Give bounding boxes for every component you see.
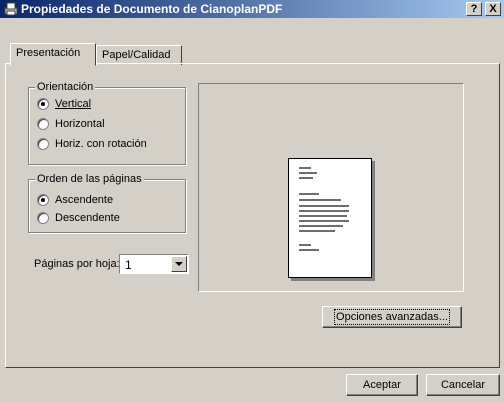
radio-label: Vertical [55,98,92,110]
radio-label: Ascendente [55,194,114,206]
help-button[interactable]: ? [466,2,482,16]
properties-dialog: Propiedades de Documento de CianoplanPDF… [0,0,504,403]
chevron-down-icon[interactable] [171,256,187,272]
page-order-group: Orden de las páginas Ascendente Descende… [28,173,186,233]
orientation-title: Orientación [35,81,96,93]
orientation-group: Orientación Vertical Horizontal Horiz. c… [28,81,186,165]
tab-label: Presentación [16,47,81,59]
radio-label: Horiz. con rotación [55,138,147,150]
close-button[interactable]: X [485,2,501,16]
radio-label: Horizontal [55,118,105,130]
printer-icon [4,2,18,16]
radio-button[interactable] [37,212,49,224]
window-title: Propiedades de Documento de CianoplanPDF [21,2,283,16]
radio-button[interactable] [37,118,49,130]
advanced-options-button[interactable]: Opciones avanzadas... [322,306,462,328]
radio-button[interactable] [37,138,49,150]
cancel-button[interactable]: Cancelar [426,374,500,396]
pages-per-sheet-select[interactable]: 1 [119,254,189,274]
radio-label: Descendente [55,212,120,224]
radio-button-checked[interactable] [37,98,49,110]
tab-presentacion[interactable]: Presentación [10,43,96,66]
tab-label: Papel/Calidad [102,49,171,61]
radio-button-checked[interactable] [37,194,49,206]
select-value: 1 [125,258,132,272]
advanced-options-label: Opciones avanzadas... [334,309,450,325]
page-preview [288,158,372,278]
ok-button[interactable]: Aceptar [346,374,418,396]
title-bar[interactable]: Propiedades de Documento de CianoplanPDF… [0,0,504,18]
tab-papel-calidad[interactable]: Papel/Calidad [96,45,182,65]
pages-per-sheet-label: Páginas por hoja: [34,258,120,270]
page-order-title: Orden de las páginas [35,173,144,185]
